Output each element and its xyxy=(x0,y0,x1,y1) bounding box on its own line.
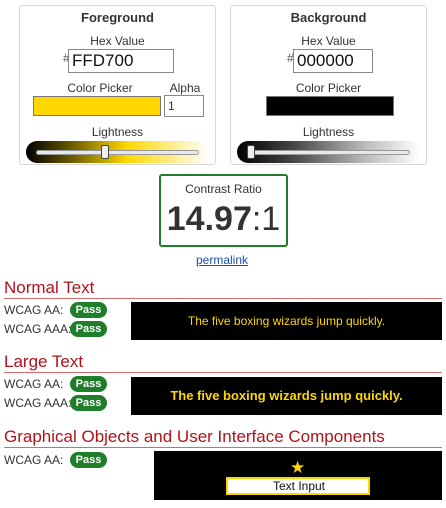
background-lightness-track xyxy=(247,150,410,155)
foreground-picker-label: Color Picker xyxy=(67,81,133,95)
foreground-lightness-label: Lightness xyxy=(91,125,144,139)
large-text-aaa-label: WCAG AAA: xyxy=(4,396,72,410)
background-color-picker[interactable] xyxy=(266,96,394,116)
background-hex-label: Hex Value xyxy=(301,34,356,48)
large-text-heading: Large Text xyxy=(4,352,84,371)
contrast-ratio-label: Contrast Ratio xyxy=(185,182,262,196)
sample-text-input[interactable]: Text Input xyxy=(226,477,370,495)
foreground-hex-input[interactable]: FFD700 xyxy=(68,49,174,73)
graphical-objects-sample: ★ Text Input xyxy=(154,451,442,500)
contrast-ratio-suffix: :1 xyxy=(251,200,281,238)
large-text-aa-badge: Pass xyxy=(70,376,107,392)
normal-text-aa-badge: Pass xyxy=(70,302,107,318)
background-picker-label: Color Picker xyxy=(295,81,362,95)
contrast-ratio-value: 14.97:1 xyxy=(161,200,286,239)
foreground-hex-label: Hex Value xyxy=(90,34,145,48)
foreground-title: Foreground xyxy=(81,10,154,25)
contrast-ratio-number: 14.97 xyxy=(166,200,252,238)
large-text-sample: The five boxing wizards jump quickly. xyxy=(131,377,442,415)
background-panel: Background Hex Value # 000000 Color Pick… xyxy=(230,5,427,165)
graphical-objects-heading: Graphical Objects and User Interface Com… xyxy=(4,427,385,446)
large-text-aaa-badge: Pass xyxy=(70,395,107,411)
foreground-alpha-input[interactable]: 1 xyxy=(164,95,204,117)
large-text-divider xyxy=(4,372,442,373)
background-hex-input[interactable]: 000000 xyxy=(293,49,373,73)
foreground-panel: Foreground Hex Value # FFD700 Color Pick… xyxy=(19,5,216,165)
star-icon: ★ xyxy=(290,458,306,477)
foreground-lightness-track xyxy=(36,150,199,155)
foreground-lightness-thumb[interactable] xyxy=(101,145,110,159)
background-title: Background xyxy=(290,10,367,25)
graphical-objects-aa-label: WCAG AA: xyxy=(4,453,64,467)
background-lightness-slider[interactable] xyxy=(237,141,420,163)
graphical-objects-aa-badge: Pass xyxy=(70,452,107,468)
normal-text-sample: The five boxing wizards jump quickly. xyxy=(131,302,442,340)
graphical-objects-divider xyxy=(4,447,442,448)
normal-text-aaa-badge: Pass xyxy=(70,321,107,337)
foreground-lightness-slider[interactable] xyxy=(26,141,209,163)
permalink-link[interactable]: permalink xyxy=(196,253,248,267)
foreground-color-picker[interactable] xyxy=(33,96,161,116)
foreground-alpha-label: Alpha xyxy=(169,81,201,95)
contrast-ratio-box: Contrast Ratio 14.97:1 xyxy=(159,174,288,247)
background-lightness-label: Lightness xyxy=(302,125,355,139)
background-lightness-thumb[interactable] xyxy=(247,145,255,159)
normal-text-divider xyxy=(4,298,442,299)
large-text-aa-label: WCAG AA: xyxy=(4,377,64,391)
normal-text-aa-label: WCAG AA: xyxy=(4,303,64,317)
normal-text-heading: Normal Text xyxy=(4,278,95,297)
normal-text-aaa-label: WCAG AAA: xyxy=(4,322,72,336)
